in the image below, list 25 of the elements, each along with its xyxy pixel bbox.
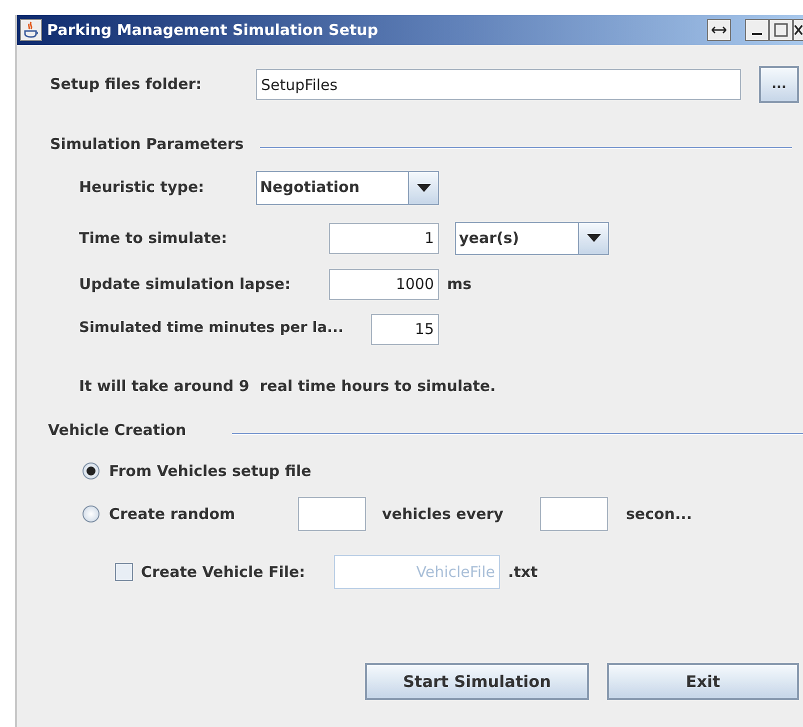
exit-button[interactable]: Exit (607, 663, 799, 700)
radio-label: From Vehicles setup file (109, 460, 312, 482)
field-label: Simulated time minutes per la... (79, 319, 345, 338)
field-label: Heuristic type: (79, 177, 206, 198)
field-label: Setup files folder: (50, 74, 203, 96)
field-label: Time to simulate: (79, 228, 228, 249)
section-heading: Vehicle Creation (48, 420, 188, 441)
heuristic-dropdown[interactable]: Negotiation (256, 170, 439, 204)
section-heading: Simulation Parameters (50, 134, 244, 155)
field-label: Update simulation lapse: (79, 274, 292, 295)
field-label: vehicles every (382, 504, 504, 525)
unit-label: ms (447, 274, 472, 295)
window-title: Parking Management Simulation Setup (47, 20, 378, 41)
field-label: secon... (626, 504, 692, 525)
estimate-text: It will take around 9 real time hours to simulate. (79, 376, 497, 396)
browse-button[interactable]: ... (759, 66, 799, 103)
unit-dropdown[interactable]: year(s) (455, 222, 609, 254)
lapse-field[interactable]: 1000 (329, 268, 439, 300)
extension-label: .txt (508, 562, 538, 583)
minutes-field[interactable]: 15 (371, 314, 439, 344)
start-simulation-button[interactable]: Start Simulation (365, 663, 589, 700)
radio-label: Create random (109, 504, 236, 525)
folder-field[interactable]: SetupFiles (256, 69, 741, 100)
time-field[interactable]: 1 (329, 222, 439, 254)
checkbox-label: Create Vehicle File: (141, 562, 306, 583)
